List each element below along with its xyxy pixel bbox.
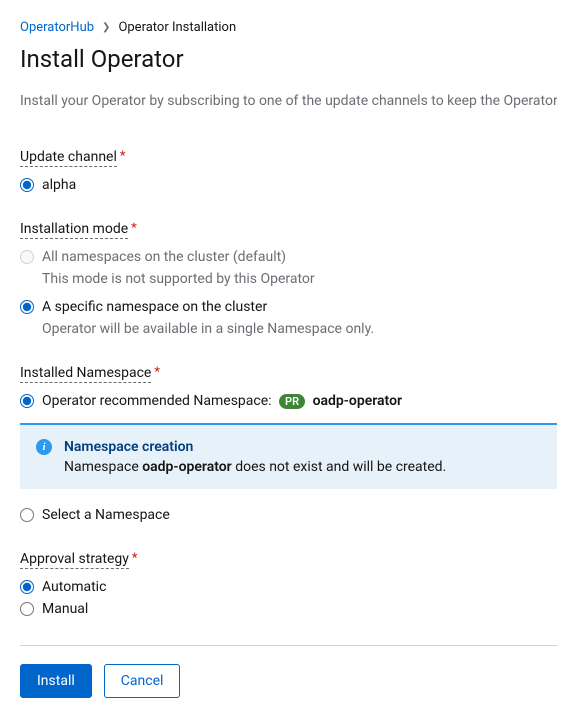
field-installation-mode: Installation mode* All namespaces on the… bbox=[20, 221, 557, 337]
breadcrumb: OperatorHub ❯ Operator Installation bbox=[20, 20, 557, 35]
recommended-namespace-name: oadp-operator bbox=[313, 393, 402, 409]
chevron-right-icon: ❯ bbox=[102, 22, 110, 33]
required-marker: * bbox=[132, 551, 138, 566]
field-installed-namespace: Installed Namespace* Operator recommende… bbox=[20, 365, 557, 523]
divider bbox=[20, 645, 557, 646]
breadcrumb-current: Operator Installation bbox=[118, 20, 236, 35]
radio-label-specific-namespace[interactable]: A specific namespace on the cluster bbox=[42, 299, 267, 315]
radio-automatic[interactable] bbox=[20, 580, 34, 594]
button-row: Install Cancel bbox=[20, 664, 557, 698]
radio-manual[interactable] bbox=[20, 602, 34, 616]
help-specific-namespace: Operator will be available in a single N… bbox=[42, 321, 557, 337]
project-badge: PR bbox=[279, 394, 305, 409]
label-install-mode: Installation mode bbox=[20, 221, 128, 239]
alert-body: Namespace oadp-operator does not exist a… bbox=[64, 459, 541, 475]
radio-label-alpha[interactable]: alpha bbox=[42, 177, 76, 193]
radio-label-recommended-namespace[interactable]: Operator recommended Namespace: PR oadp-… bbox=[42, 393, 402, 409]
recommended-prefix: Operator recommended Namespace: bbox=[42, 393, 272, 409]
page-description: Install your Operator by subscribing to … bbox=[20, 93, 557, 109]
breadcrumb-link-operatorhub[interactable]: OperatorHub bbox=[20, 20, 94, 35]
field-approval-strategy: Approval strategy* Automatic Manual bbox=[20, 551, 557, 617]
cancel-button[interactable]: Cancel bbox=[104, 664, 181, 698]
required-marker: * bbox=[120, 149, 126, 164]
radio-select-namespace[interactable] bbox=[20, 508, 34, 522]
required-marker: * bbox=[154, 365, 160, 380]
radio-label-manual[interactable]: Manual bbox=[42, 601, 88, 617]
radio-specific-namespace[interactable] bbox=[20, 300, 34, 314]
alert-namespace-creation: i Namespace creation Namespace oadp-oper… bbox=[20, 423, 557, 489]
help-all-namespaces: This mode is not supported by this Opera… bbox=[42, 271, 557, 287]
radio-recommended-namespace[interactable] bbox=[20, 394, 34, 408]
radio-label-all-namespaces: All namespaces on the cluster (default) bbox=[42, 249, 286, 265]
label-update-channel: Update channel bbox=[20, 149, 117, 167]
page-title: Install Operator bbox=[20, 45, 557, 73]
alert-title: Namespace creation bbox=[64, 439, 541, 455]
field-update-channel: Update channel* alpha bbox=[20, 149, 557, 193]
radio-label-automatic[interactable]: Automatic bbox=[42, 579, 106, 595]
required-marker: * bbox=[131, 221, 137, 236]
label-installed-namespace: Installed Namespace bbox=[20, 365, 151, 383]
radio-alpha[interactable] bbox=[20, 178, 34, 192]
label-approval-strategy: Approval strategy bbox=[20, 551, 129, 569]
radio-label-select-namespace[interactable]: Select a Namespace bbox=[42, 507, 170, 523]
radio-all-namespaces bbox=[20, 250, 34, 264]
install-button[interactable]: Install bbox=[20, 664, 92, 698]
info-icon: i bbox=[36, 439, 52, 455]
